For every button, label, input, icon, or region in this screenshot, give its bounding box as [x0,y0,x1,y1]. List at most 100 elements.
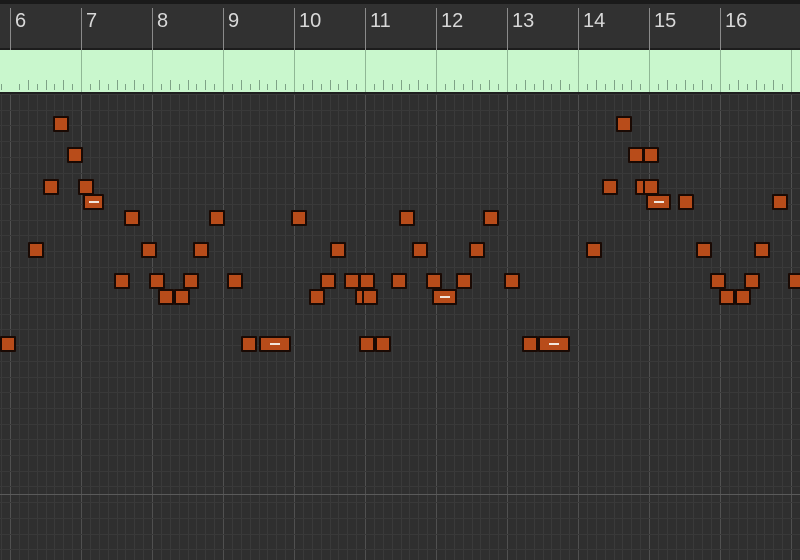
region-strip-tick [54,84,55,90]
grid-beat-line [729,94,730,560]
midi-note[interactable] [28,242,44,258]
grid-beat-line [534,94,535,560]
midi-note[interactable] [710,273,726,289]
ruler-bar-tick [507,8,508,50]
midi-note[interactable] [83,194,104,210]
midi-note[interactable] [504,273,520,289]
midi-note[interactable] [362,289,378,305]
region-strip-tick [241,80,242,90]
region-strip-tick [622,84,623,90]
grid-pitch-row [0,298,800,299]
midi-note[interactable] [291,210,307,226]
midi-note[interactable] [78,179,94,195]
midi-note[interactable] [754,242,770,258]
ruler-bar-tick [294,8,295,50]
region-strip-bar-line [507,50,508,92]
midi-note[interactable] [586,242,602,258]
grid-beat-line [498,94,499,560]
midi-note[interactable] [696,242,712,258]
midi-note[interactable] [646,194,671,210]
midi-note[interactable] [124,210,140,226]
midi-note[interactable] [241,336,257,352]
grid-beat-line [347,94,348,560]
midi-note[interactable] [330,242,346,258]
midi-note[interactable] [344,273,360,289]
midi-note[interactable] [432,289,457,305]
region-strip-tick [72,84,73,90]
midi-note[interactable] [114,273,130,289]
midi-note[interactable] [744,273,760,289]
ruler-bar-tick [578,8,579,50]
grid-beat-line [205,94,206,560]
midi-note[interactable] [522,336,538,352]
midi-note[interactable] [375,336,391,352]
ruler-bar-tick [365,8,366,50]
midi-note[interactable] [174,289,190,305]
midi-note[interactable] [399,210,415,226]
midi-note[interactable] [141,242,157,258]
midi-note[interactable] [320,273,336,289]
midi-note[interactable] [259,336,291,352]
midi-note[interactable] [391,273,407,289]
grid-beat-line [63,94,64,560]
midi-note[interactable] [309,289,325,305]
region-strip-tick [631,80,632,90]
midi-note[interactable] [772,194,788,210]
midi-note[interactable] [719,289,735,305]
region-strip-tick [551,84,552,90]
midi-note[interactable] [209,210,225,226]
midi-note[interactable] [456,273,472,289]
region-strip-tick [702,80,703,90]
midi-note[interactable] [158,289,174,305]
region-strip-tick [711,84,712,90]
grid-pitch-row [0,251,800,252]
bar-number-11: 11 [370,10,391,32]
note-grid[interactable] [0,94,800,560]
midi-note[interactable] [483,210,499,226]
grid-beat-line [285,94,286,560]
midi-note[interactable] [43,179,59,195]
midi-note[interactable] [359,336,375,352]
midi-note[interactable] [359,273,375,289]
grid-pitch-row [0,439,800,440]
midi-note[interactable] [469,242,485,258]
region-strip-tick [640,84,641,90]
ruler-bar-tick [436,8,437,50]
grid-beat-line [489,94,490,560]
grid-beat-line [196,94,197,560]
grid-pitch-row [0,314,800,315]
midi-note[interactable] [53,116,69,132]
grid-beat-line [134,94,135,560]
midi-note[interactable] [538,336,570,352]
ruler-bar-tick [720,8,721,50]
midi-note[interactable] [628,147,644,163]
midi-note[interactable] [67,147,83,163]
region-strip[interactable] [0,50,800,94]
region-strip-tick [321,84,322,90]
grid-beat-line [117,94,118,560]
grid-beat-line [54,94,55,560]
midi-note[interactable] [735,289,751,305]
grid-beat-line [383,94,384,560]
region-strip-tick [534,84,535,90]
midi-note[interactable] [149,273,165,289]
midi-note[interactable] [426,273,442,289]
region-strip-tick [418,80,419,90]
grid-bar-line [152,94,153,560]
grid-pitch-row [0,408,800,409]
midi-note[interactable] [193,242,209,258]
grid-beat-line [587,94,588,560]
midi-note[interactable] [0,336,16,352]
midi-note[interactable] [602,179,618,195]
midi-note[interactable] [412,242,428,258]
midi-note[interactable] [678,194,694,210]
bar-ruler[interactable]: 6 7 8 9 10 11 12 13 14 15 16 [0,0,800,50]
midi-note[interactable] [616,116,632,132]
midi-note[interactable] [227,273,243,289]
midi-note[interactable] [788,273,800,289]
grid-beat-line [401,94,402,560]
midi-note[interactable] [183,273,199,289]
midi-note[interactable] [643,147,659,163]
midi-note[interactable] [643,179,659,195]
region-strip-tick [782,84,783,90]
